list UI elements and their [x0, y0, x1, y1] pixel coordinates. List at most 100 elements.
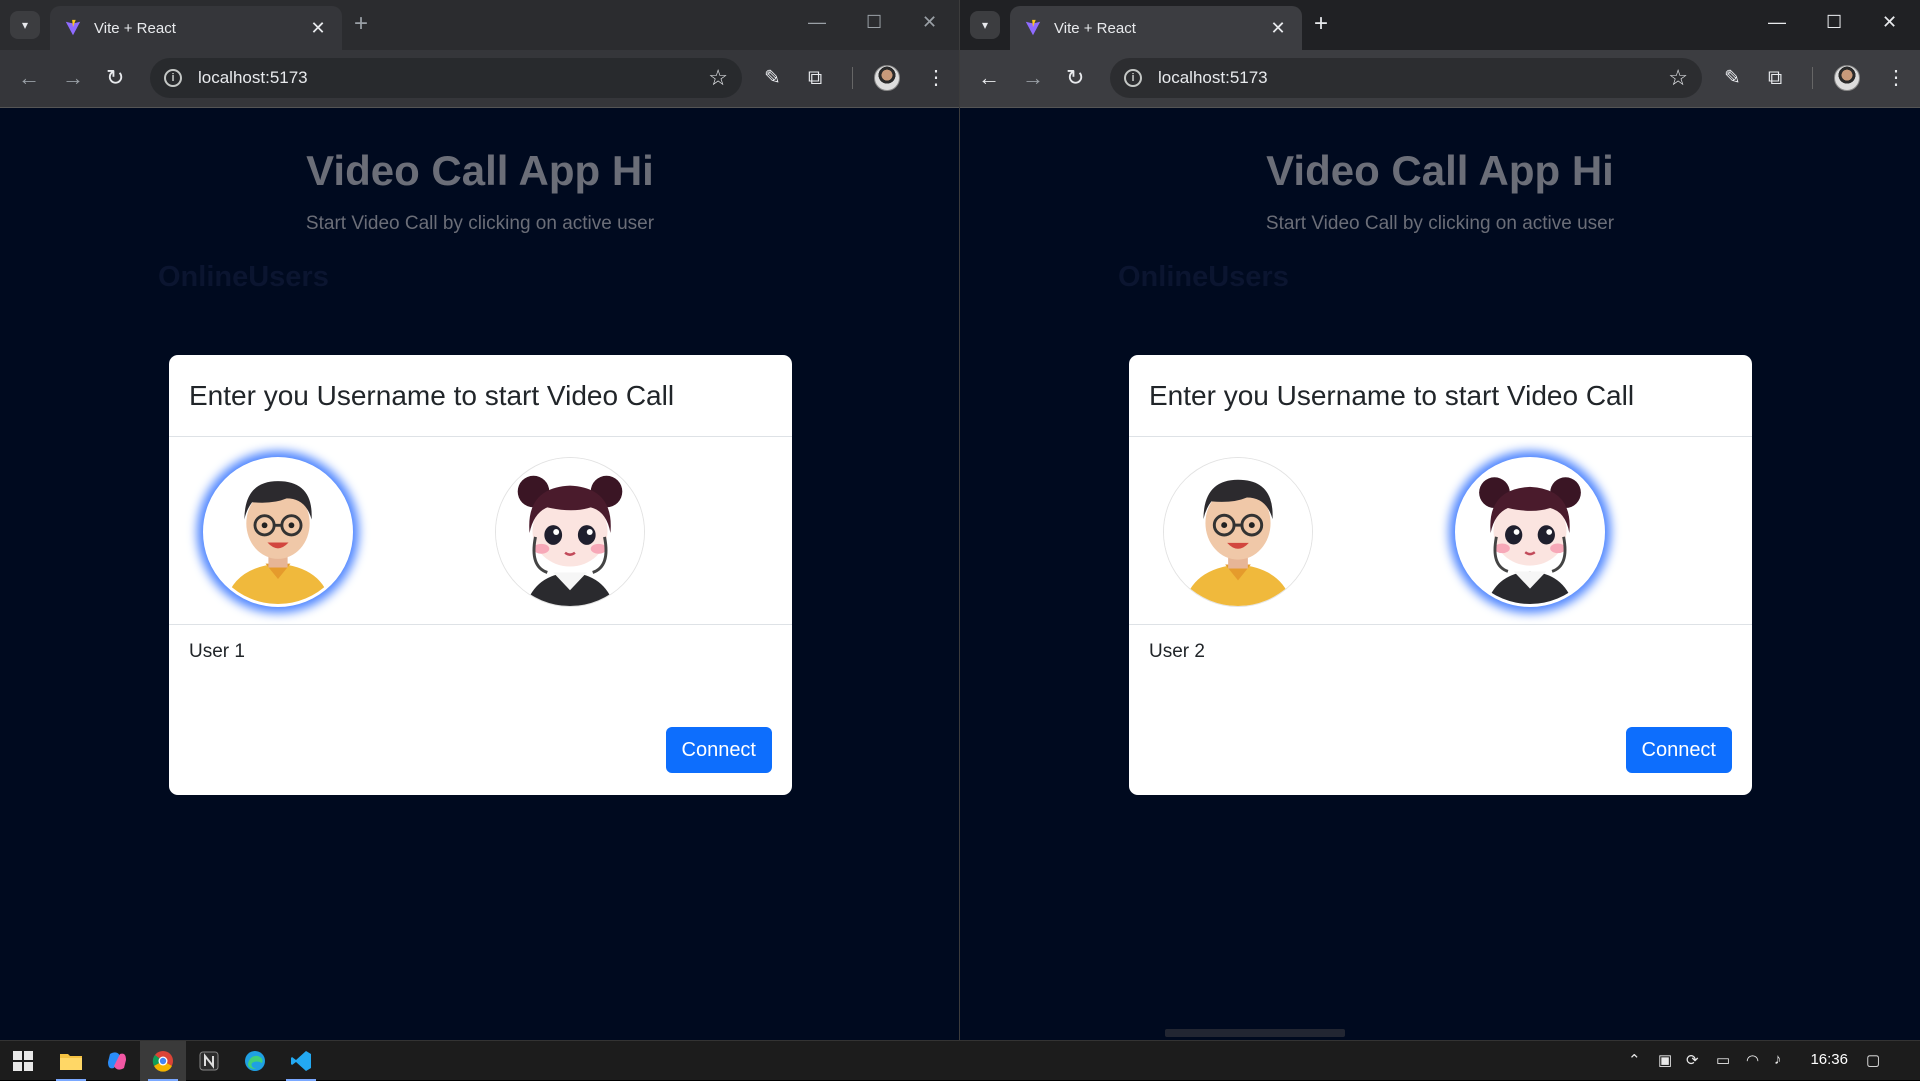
modal-footer: Connect [1129, 707, 1752, 795]
minimize-icon[interactable]: — [1768, 12, 1786, 33]
sync-icon[interactable]: ⟳ [1686, 1051, 1699, 1069]
profile-avatar-icon[interactable] [1834, 65, 1860, 91]
taskbar-chrome[interactable] [140, 1041, 186, 1081]
avatar-girl-option[interactable] [495, 457, 645, 607]
taskbar-clock[interactable]: 16:36 [1810, 1051, 1848, 1068]
boy-avatar-icon [206, 460, 350, 604]
browser-menu-icon[interactable]: ⋮ [1886, 66, 1906, 90]
taskbar-vscode[interactable] [278, 1041, 324, 1081]
app-title: Video Call App Hi [306, 147, 654, 194]
modal-body: User 1 [169, 437, 792, 662]
reload-icon[interactable]: ↻ [106, 66, 124, 90]
vite-favicon-icon [1025, 19, 1041, 36]
tab-search-icon[interactable]: ▾ [970, 11, 1000, 39]
modal-title: Enter you Username to start Video Call [189, 379, 675, 411]
avatar-boy-option[interactable] [1163, 457, 1313, 607]
reload-icon[interactable]: ↻ [1066, 66, 1084, 90]
tab-title: Vite + React [1054, 19, 1136, 37]
taskbar-file-explorer[interactable] [48, 1041, 94, 1081]
selected-username: User 2 [1149, 641, 1205, 662]
start-button[interactable] [0, 1041, 46, 1081]
url-text[interactable]: localhost:5173 [198, 68, 708, 88]
vite-favicon-icon [65, 19, 81, 36]
girl-avatar-icon [496, 458, 644, 606]
selected-username: User 1 [189, 641, 245, 662]
app-title: Video Call App Hi [1266, 147, 1614, 194]
extensions-icon[interactable]: ⧉ [808, 66, 822, 90]
avatar-girl-option[interactable] [1455, 457, 1605, 607]
minimize-icon[interactable]: — [808, 12, 826, 33]
girl-avatar-icon [1458, 460, 1602, 604]
avatar-boy-option[interactable] [203, 457, 353, 607]
taskbar-notion[interactable] [186, 1041, 232, 1081]
close-window-icon[interactable]: ✕ [1882, 12, 1897, 33]
notifications-icon[interactable]: ▢ [1866, 1051, 1880, 1069]
app-subtitle: Start Video Call by clicking on active u… [305, 213, 655, 234]
bookmark-star-icon[interactable]: ☆ [708, 65, 728, 91]
vscode-icon [291, 1051, 311, 1071]
connect-button[interactable]: Connect [1625, 727, 1732, 773]
url-text[interactable]: localhost:5173 [1158, 68, 1668, 88]
taskbar-copilot[interactable] [94, 1041, 140, 1081]
tab-search-icon[interactable]: ▾ [10, 11, 40, 39]
forward-icon[interactable]: → [62, 66, 84, 90]
browser-window-left: ▾ Vite + React ✕ + — ☐ ✕ ← → ↻ i localho… [0, 0, 960, 1040]
eyedropper-icon[interactable]: ✎ [764, 66, 781, 90]
online-users-heading: OnlineUsers [158, 261, 329, 293]
maximize-icon[interactable]: ☐ [866, 12, 882, 33]
site-info-icon[interactable]: i [164, 69, 182, 87]
modal-footer: Connect [169, 707, 792, 795]
modal-title: Enter you Username to start Video Call [1149, 379, 1635, 411]
modal-header: Enter you Username to start Video Call [169, 355, 792, 437]
tab-strip: ▾ Vite + React ✕ + — ☐ ✕ [960, 0, 1920, 50]
faded-footer-text [1165, 1029, 1345, 1037]
back-icon[interactable]: ← [18, 66, 40, 90]
connect-button[interactable]: Connect [665, 727, 772, 773]
taskbar-edge[interactable] [232, 1041, 278, 1081]
browser-tab[interactable]: Vite + React ✕ [50, 6, 342, 50]
browser-tab[interactable]: Vite + React ✕ [1010, 6, 1302, 50]
meet-icon[interactable]: ▣ [1658, 1051, 1672, 1069]
toolbar-separator [852, 67, 853, 89]
edge-icon [245, 1051, 265, 1071]
page-content: Video Call App Hi Start Video Call by cl… [960, 109, 1920, 1040]
modal-header: Enter you Username to start Video Call [1129, 355, 1752, 437]
page-content: Video Call App Hi Start Video Call by cl… [0, 109, 959, 1040]
browser-toolbar: ← → ↻ i localhost:5173 ☆ ✎ ⧉ ⋮ [0, 50, 959, 108]
tab-close-icon[interactable]: ✕ [308, 18, 328, 39]
tab-title: Vite + React [94, 19, 176, 37]
tab-close-icon[interactable]: ✕ [1268, 18, 1288, 39]
battery-icon[interactable]: ▭ [1716, 1051, 1730, 1069]
new-tab-icon[interactable]: + [1314, 12, 1328, 36]
app-subtitle: Start Video Call by clicking on active u… [1265, 213, 1615, 234]
forward-icon[interactable]: → [1022, 66, 1044, 90]
modal-body: User 2 [1129, 437, 1752, 662]
copilot-icon [108, 1052, 126, 1070]
notion-icon [199, 1051, 219, 1071]
online-users-heading: OnlineUsers [1118, 261, 1289, 293]
volume-icon[interactable]: ♪ [1774, 1051, 1782, 1068]
address-bar[interactable]: i localhost:5173 ☆ [150, 58, 742, 98]
profile-avatar-icon[interactable] [874, 65, 900, 91]
tray-overflow-icon[interactable]: ⌃ [1628, 1051, 1641, 1069]
windows-logo-icon [13, 1051, 33, 1071]
taskbar: ⌃ ▣ ⟳ ▭ ◠ ♪ 16:36 ▢ [0, 1040, 1920, 1081]
desktop: ▾ Vite + React ✕ + — ☐ ✕ ← → ↻ i localho… [0, 0, 1920, 1040]
browser-toolbar: ← → ↻ i localhost:5173 ☆ ✎ ⧉ ⋮ [960, 50, 1920, 108]
new-tab-icon[interactable]: + [354, 12, 368, 36]
bookmark-star-icon[interactable]: ☆ [1668, 65, 1688, 91]
username-modal: Enter you Username to start Video Call U… [169, 355, 792, 795]
wifi-icon[interactable]: ◠ [1746, 1051, 1759, 1069]
address-bar[interactable]: i localhost:5173 ☆ [1110, 58, 1702, 98]
site-info-icon[interactable]: i [1124, 69, 1142, 87]
browser-menu-icon[interactable]: ⋮ [926, 66, 946, 90]
folder-icon [60, 1054, 82, 1070]
maximize-icon[interactable]: ☐ [1826, 12, 1842, 33]
extensions-icon[interactable]: ⧉ [1768, 66, 1782, 90]
eyedropper-icon[interactable]: ✎ [1724, 66, 1741, 90]
chrome-icon [152, 1051, 173, 1072]
browser-window-right: ▾ Vite + React ✕ + — ☐ ✕ ← → ↻ i localho… [960, 0, 1920, 1040]
close-window-icon[interactable]: ✕ [922, 12, 937, 33]
tab-strip: ▾ Vite + React ✕ + — ☐ ✕ [0, 0, 959, 50]
back-icon[interactable]: ← [978, 66, 1000, 90]
